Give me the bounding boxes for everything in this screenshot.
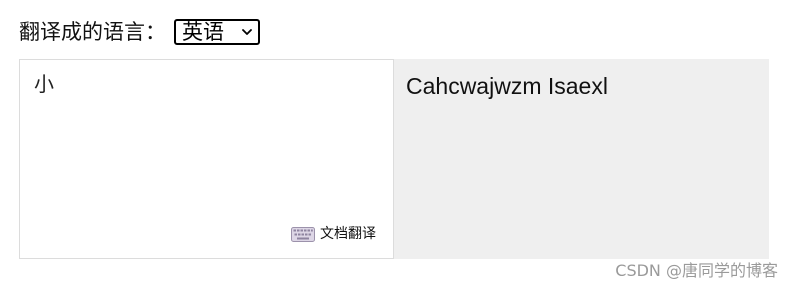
translation-output-text: Cahcwajwzm Isaexl [406, 73, 608, 99]
source-text-area[interactable]: 小 文档翻译 [19, 59, 394, 259]
translation-page: 翻译成的语言： 英语 小 文档翻译 Cahcwajwzm Isaexl CSDN… [0, 0, 792, 288]
document-translate-label: 文档翻译 [320, 226, 376, 242]
translation-output-area: Cahcwajwzm Isaexl [394, 59, 769, 259]
watermark: CSDN @唐同学的博客 [615, 261, 778, 280]
target-language-label: 翻译成的语言： [19, 20, 166, 44]
source-text[interactable]: 小 [34, 70, 54, 98]
target-language-row: 翻译成的语言： 英语 [19, 16, 260, 48]
chevron-down-icon [242, 27, 252, 37]
document-translate-button[interactable]: 文档翻译 [291, 225, 376, 243]
target-language-value: 英语 [182, 20, 224, 44]
translation-panels: 小 文档翻译 Cahcwajwzm Isaexl [19, 59, 769, 259]
keyboard-icon [291, 226, 315, 242]
target-language-select[interactable]: 英语 [174, 19, 260, 45]
